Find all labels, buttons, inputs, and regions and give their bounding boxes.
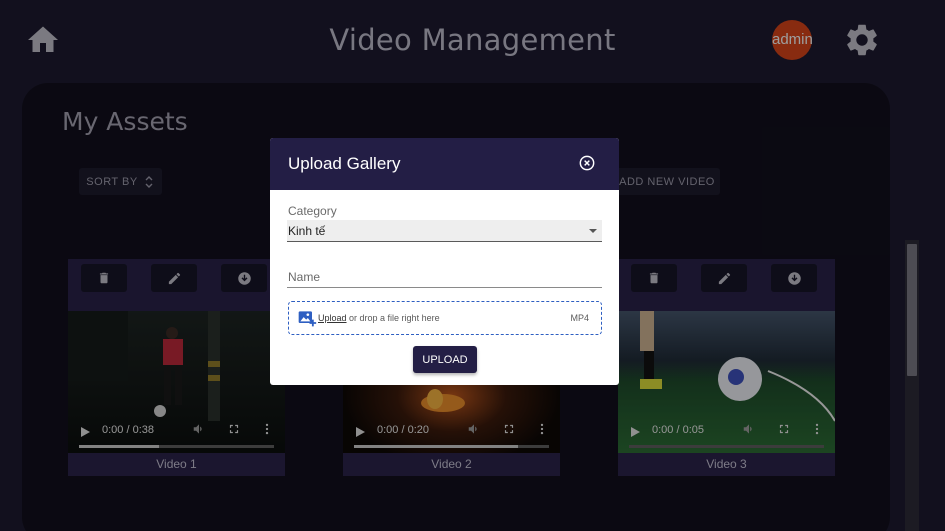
- upload-link[interactable]: Upload: [318, 313, 347, 323]
- upload-gallery-dialog: Upload Gallery Category Kinh tế Upload o…: [270, 138, 619, 385]
- dropzone-text: Upload or drop a file right here: [318, 313, 440, 323]
- file-format: MP4: [570, 313, 589, 323]
- category-value: Kinh tế: [288, 224, 326, 238]
- category-select[interactable]: Kinh tế: [287, 220, 602, 242]
- upload-button[interactable]: UPLOAD: [413, 346, 477, 373]
- dialog-title: Upload Gallery: [288, 154, 401, 173]
- name-input[interactable]: [287, 266, 602, 288]
- add-photo-icon: [298, 311, 317, 327]
- dropzone-hint: or drop a file right here: [346, 313, 440, 323]
- dialog-header: Upload Gallery: [270, 138, 619, 190]
- category-label: Category: [288, 204, 337, 218]
- chevron-down-icon: [589, 229, 597, 233]
- close-icon[interactable]: [579, 155, 595, 171]
- file-dropzone[interactable]: Upload or drop a file right here MP4: [288, 301, 602, 335]
